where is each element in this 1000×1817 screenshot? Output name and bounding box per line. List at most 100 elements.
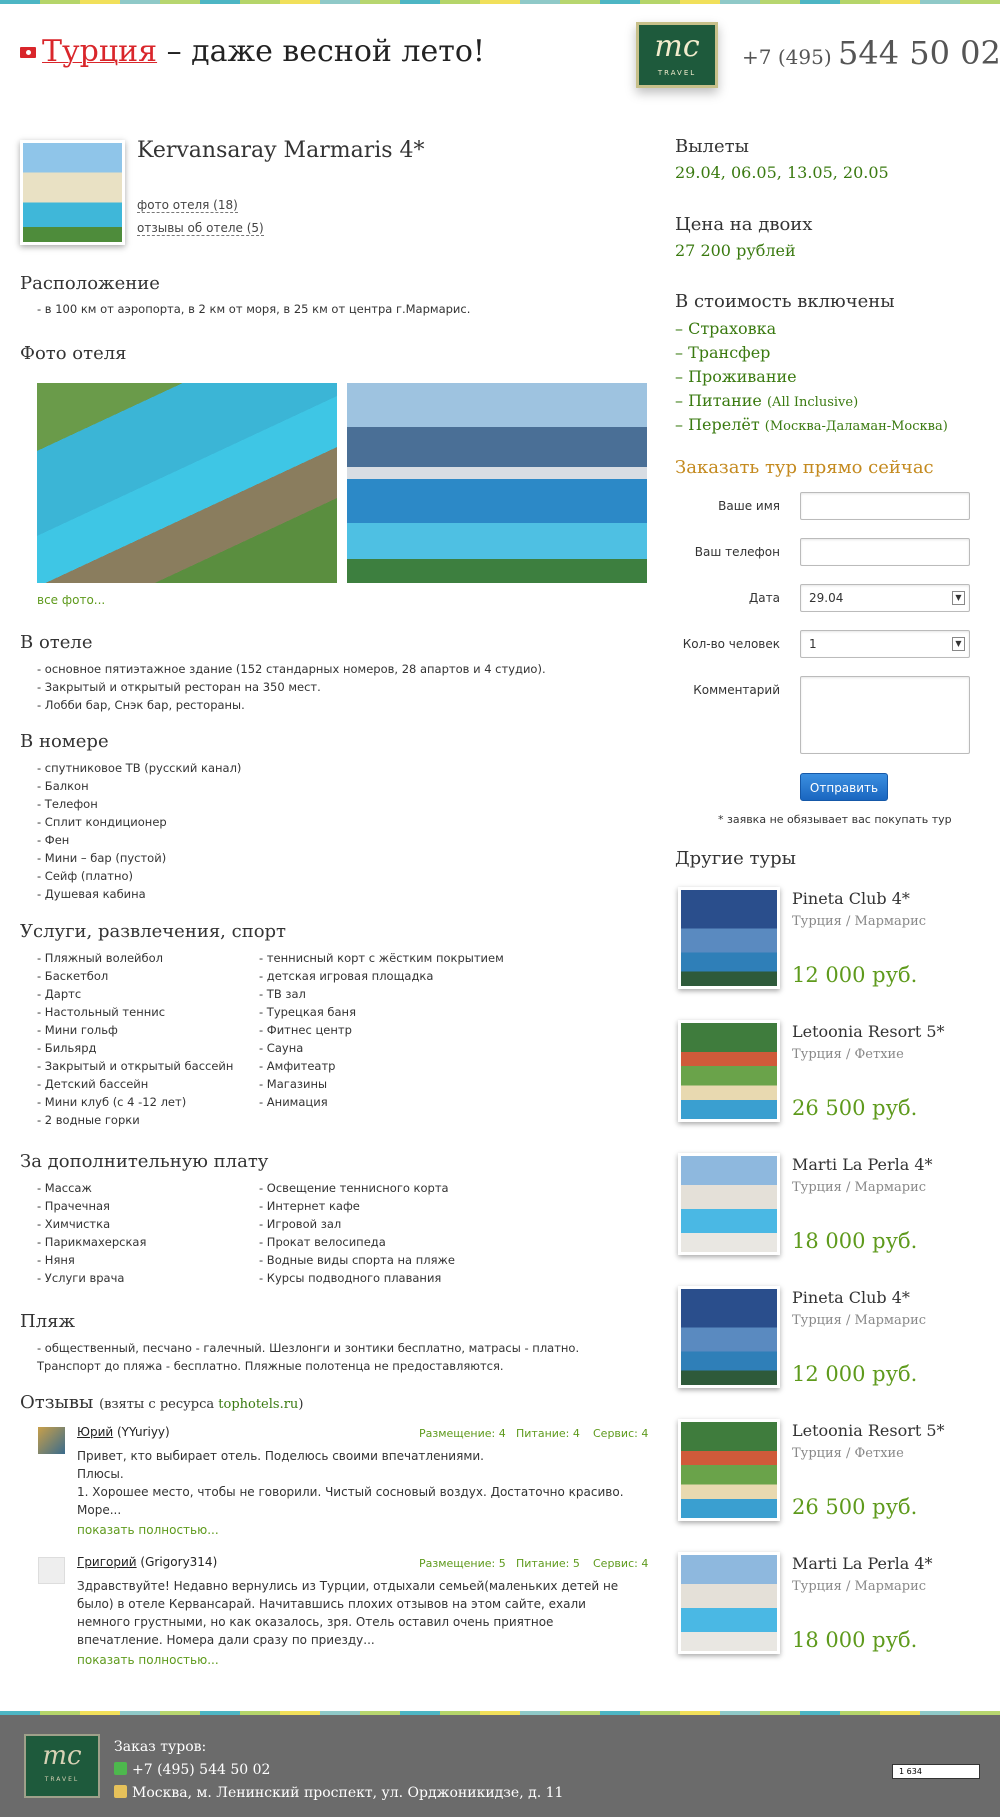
review-author-link[interactable]: Григорий: [77, 1555, 137, 1569]
review-more-link[interactable]: показать полностью...: [77, 1653, 219, 1667]
phone-label: Ваш телефон: [694, 545, 780, 559]
logo-subtitle: TRAVEL: [44, 1776, 80, 1783]
services-heading: Услуги, развлечения, спорт: [20, 921, 287, 942]
included-label: – Питание: [675, 391, 767, 410]
date-select[interactable]: 29.04 ▼: [800, 584, 970, 612]
phone-field[interactable]: [800, 538, 970, 566]
list-item: - Магазины: [259, 1077, 328, 1091]
turkey-flag-icon: [20, 47, 36, 58]
included-label: – Перелёт: [675, 415, 765, 434]
tour-location: Турция / Фетхие: [792, 1047, 904, 1062]
hotel-photo-sea[interactable]: [347, 383, 647, 583]
hotel-reviews-link[interactable]: отзывы об отеле (5): [137, 221, 264, 236]
tour-name[interactable]: Pineta Club 4*: [792, 889, 910, 908]
name-field[interactable]: [800, 492, 970, 520]
other-tours-heading: Другие туры: [675, 848, 796, 869]
visit-counter[interactable]: 1 634: [892, 1764, 980, 1779]
tour-image[interactable]: [678, 1020, 780, 1122]
hotel-photos-link[interactable]: фото отеля (18): [137, 198, 238, 213]
tour-card[interactable]: Letoonia Resort 5* Турция / Фетхие 26 50…: [675, 1020, 975, 1130]
score-service: Сервис: 4: [593, 1427, 649, 1440]
list-item: - Фен: [37, 833, 70, 847]
included-label: – Проживание: [675, 367, 797, 386]
people-label: Кол-во человек: [682, 637, 780, 651]
tophotels-link[interactable]: tophotels.ru: [218, 1397, 298, 1412]
list-item: - Мини – бар (пустой): [37, 851, 167, 865]
list-item: - Няня: [37, 1253, 75, 1267]
footer-logo[interactable]: mc TRAVEL: [24, 1734, 100, 1798]
score-place: Размещение: 4: [419, 1427, 506, 1440]
list-item: - Парикмахерская: [37, 1235, 147, 1249]
included-note: (All Inclusive): [766, 395, 859, 410]
in-room-list: - спутниковое ТВ (русский канал) - Балко…: [37, 759, 241, 903]
logo[interactable]: mc TRAVEL: [636, 22, 718, 88]
list-item: – Перелёт (Москва-Даламан-Москва): [675, 414, 948, 438]
all-photos-link[interactable]: все фото...: [37, 593, 105, 607]
tour-location: Турция / Мармарис: [792, 1313, 927, 1328]
order-note: * заявка не обязывает вас покупать тур: [718, 813, 952, 826]
tour-image[interactable]: [678, 887, 780, 989]
beach-heading: Пляж: [20, 1311, 76, 1332]
tour-price: 12 000 руб.: [792, 963, 918, 987]
review-nick: (YYuriyy): [113, 1425, 170, 1439]
footer-address: Москва, м. Ленинский проспект, ул. Орджо…: [114, 1785, 563, 1801]
tour-image[interactable]: [678, 1419, 780, 1521]
tour-name[interactable]: Letoonia Resort 5*: [792, 1022, 945, 1041]
review-author-link[interactable]: Юрий: [77, 1425, 113, 1439]
tour-image[interactable]: [678, 1552, 780, 1654]
included-label: – Трансфер: [675, 343, 771, 362]
review-nick: (Grigory314): [136, 1555, 218, 1569]
avatar: [38, 1557, 65, 1584]
country-link[interactable]: Турция: [42, 34, 157, 69]
review-author: Юрий (YYuriyy): [77, 1425, 170, 1439]
submit-button[interactable]: Отправить: [800, 773, 888, 801]
included-label: – Страховка: [675, 319, 777, 338]
slogan: – даже весной лето!: [157, 34, 485, 69]
tour-name[interactable]: Pineta Club 4*: [792, 1288, 910, 1307]
list-item: - Химчистка: [37, 1217, 111, 1231]
score-food: Питание: 4: [516, 1427, 580, 1440]
list-item: – Трансфер: [675, 342, 948, 366]
list-item: - спутниковое ТВ (русский канал): [37, 761, 242, 775]
comment-field[interactable]: [800, 676, 970, 754]
tour-card[interactable]: Pineta Club 4* Турция / Мармарис 12 000 …: [675, 887, 975, 997]
list-item: - Массаж: [37, 1181, 92, 1195]
reviews-source-suffix: ): [298, 1397, 304, 1412]
hotel-photo-pool[interactable]: [37, 383, 337, 583]
tour-card[interactable]: Marti La Perla 4* Турция / Мармарис 18 0…: [675, 1552, 975, 1662]
tour-name[interactable]: Letoonia Resort 5*: [792, 1421, 945, 1440]
list-item: – Страховка: [675, 318, 948, 342]
list-item: - основное пятиэтажное здание (152 станд…: [37, 662, 546, 676]
list-item: - Водные виды спорта на пляже: [259, 1253, 455, 1267]
list-item: - Амфитеатр: [259, 1059, 336, 1073]
reviews-source-prefix: (взяты с ресурса: [99, 1397, 219, 1412]
list-item: - Настольный теннис: [37, 1005, 166, 1019]
list-item: – Питание (All Inclusive): [675, 390, 948, 414]
tour-name[interactable]: Marti La Perla 4*: [792, 1554, 933, 1573]
review-more-link[interactable]: показать полностью...: [77, 1523, 219, 1537]
tour-name[interactable]: Marti La Perla 4*: [792, 1155, 933, 1174]
tour-card[interactable]: Marti La Perla 4* Турция / Мармарис 18 0…: [675, 1153, 975, 1263]
people-select[interactable]: 1 ▼: [800, 630, 970, 658]
list-item: - Анимация: [259, 1095, 328, 1109]
tour-card[interactable]: Letoonia Resort 5* Турция / Фетхие 26 50…: [675, 1419, 975, 1529]
in-hotel-heading: В отеле: [20, 632, 93, 653]
tour-card[interactable]: Pineta Club 4* Турция / Мармарис 12 000 …: [675, 1286, 975, 1396]
footer-address-text: Москва, м. Ленинский проспект, ул. Орджо…: [132, 1785, 564, 1801]
location-text: - в 100 км от аэропорта, в 2 км от моря,…: [37, 302, 471, 316]
list-item: - Детский бассейн: [37, 1077, 149, 1091]
list-item: - Прокат велосипеда: [259, 1235, 386, 1249]
services-list-2: - теннисный корт с жёстким покрытием - д…: [259, 949, 504, 1111]
list-item: - Турецкая баня: [259, 1005, 356, 1019]
list-item: - Мини гольф: [37, 1023, 118, 1037]
score-service: Сервис: 4: [593, 1557, 649, 1570]
people-value: 1: [809, 637, 817, 651]
hotel-thumbnail[interactable]: [20, 140, 125, 245]
tour-image[interactable]: [678, 1153, 780, 1255]
hotel-title: Kervansaray Marmaris 4*: [137, 138, 425, 163]
list-item: - Закрытый и открытый ресторан на 350 ме…: [37, 680, 321, 694]
footer-phone: +7 (495) 544 50 02: [114, 1762, 270, 1778]
reviews-title: Отзывы: [20, 1392, 94, 1413]
tour-image[interactable]: [678, 1286, 780, 1388]
list-item: - Душевая кабина: [37, 887, 146, 901]
